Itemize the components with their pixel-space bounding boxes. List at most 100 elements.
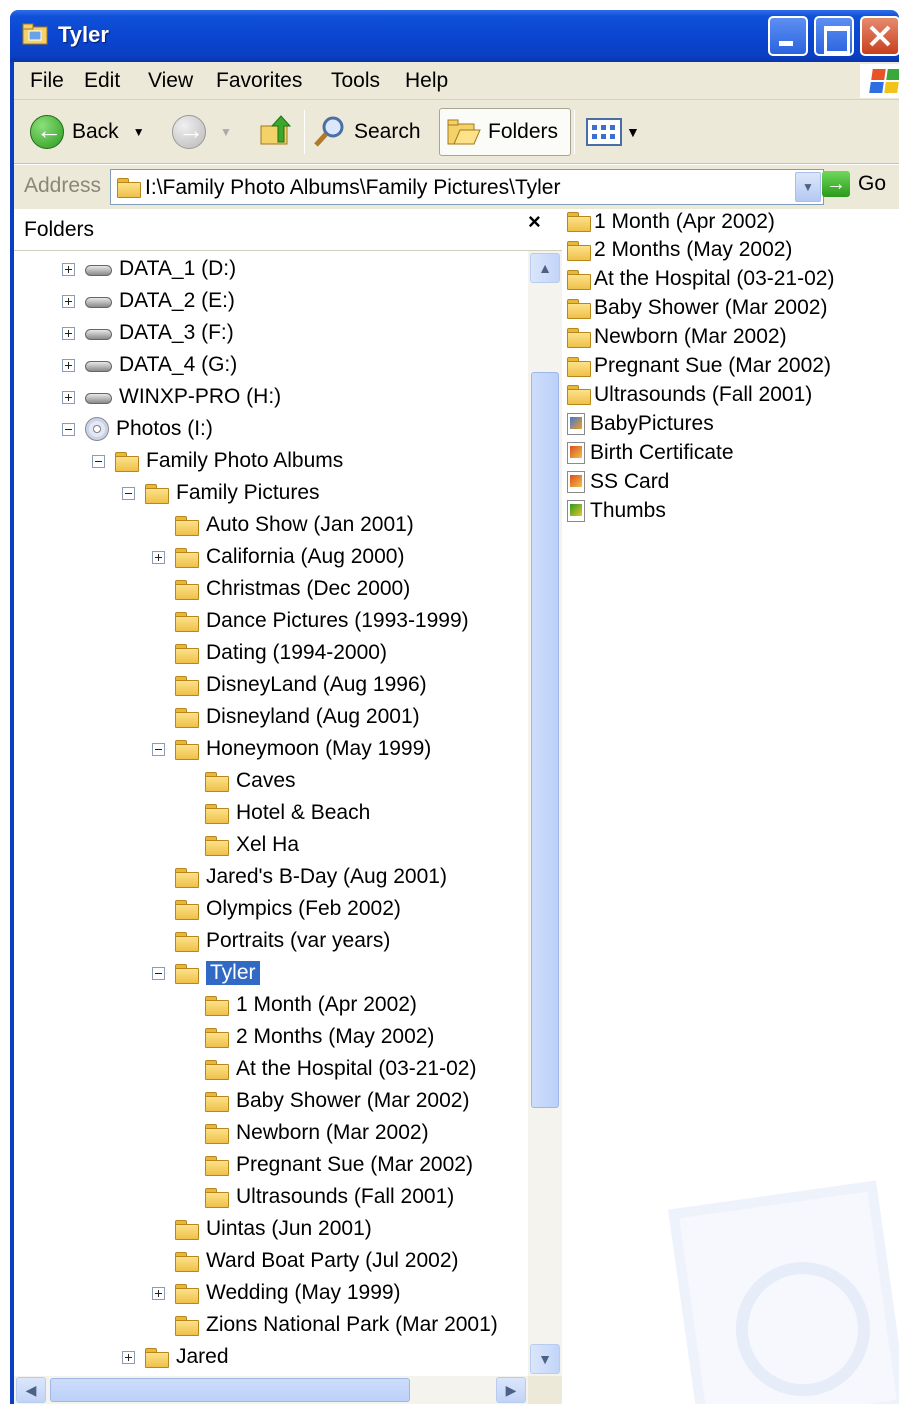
- tree-item[interactable]: Portraits (var years): [152, 925, 390, 957]
- tree-item-label: Jared: [176, 1345, 229, 1368]
- minimize-button[interactable]: [768, 16, 808, 56]
- go-button[interactable]: → Go: [822, 171, 886, 197]
- collapse-icon[interactable]: [122, 486, 135, 500]
- collapse-icon[interactable]: [62, 422, 75, 436]
- tree-item[interactable]: Family Photo Albums: [92, 445, 343, 477]
- list-item[interactable]: 2 Months (May 2002): [567, 236, 792, 265]
- tree-item[interactable]: Hotel & Beach: [182, 797, 370, 829]
- list-item[interactable]: BabyPictures: [567, 409, 714, 438]
- tree-item[interactable]: Ward Boat Party (Jul 2002): [152, 1245, 459, 1277]
- forward-button[interactable]: ▼: [172, 108, 232, 156]
- list-item[interactable]: Birth Certificate: [567, 438, 734, 467]
- tree-item[interactable]: Dating (1994-2000): [152, 637, 387, 669]
- tree-item[interactable]: WINXP-PRO (H:): [62, 381, 281, 413]
- close-pane-icon[interactable]: ×: [528, 209, 541, 235]
- scroll-left-button[interactable]: ◀: [16, 1377, 46, 1403]
- document-file-icon: [567, 470, 585, 493]
- menu-view[interactable]: View: [148, 69, 193, 93]
- tree-item-label: Zions National Park (Mar 2001): [206, 1313, 498, 1336]
- address-dropdown-button[interactable]: ▼: [795, 172, 821, 202]
- vertical-scrollbar[interactable]: ▲ ▼: [528, 251, 562, 1376]
- tree-item[interactable]: 1 Month (Apr 2002): [182, 989, 417, 1021]
- tree-item[interactable]: Disneyland (Aug 2001): [152, 701, 420, 733]
- expand-icon[interactable]: [62, 390, 75, 404]
- list-item[interactable]: Pregnant Sue (Mar 2002): [567, 352, 831, 381]
- title-bar[interactable]: Tyler: [10, 10, 899, 62]
- expand-icon[interactable]: [122, 1350, 135, 1364]
- tree-item[interactable]: Xel Ha: [182, 829, 299, 861]
- folder-icon: [175, 931, 199, 952]
- list-item[interactable]: At the Hospital (03-21-02): [567, 265, 834, 294]
- scroll-thumb[interactable]: [531, 372, 559, 1108]
- views-button[interactable]: ▼: [586, 108, 640, 156]
- tree-item[interactable]: Photos (I:): [62, 413, 213, 445]
- tree-item-label: California (Aug 2000): [206, 545, 405, 568]
- tree-item[interactable]: Zions National Park (Mar 2001): [152, 1309, 498, 1341]
- expand-icon[interactable]: [152, 1286, 165, 1300]
- list-item[interactable]: Newborn (Mar 2002): [567, 323, 787, 352]
- tree-item[interactable]: Pregnant Sue (Mar 2002): [182, 1149, 473, 1181]
- tree-item[interactable]: Newborn (Mar 2002): [182, 1117, 429, 1149]
- tree-item[interactable]: Baby Shower (Mar 2002): [182, 1085, 469, 1117]
- close-window-button[interactable]: [860, 16, 899, 56]
- menu-edit[interactable]: Edit: [84, 69, 120, 93]
- tree-item[interactable]: Family Pictures: [122, 477, 320, 509]
- expand-icon[interactable]: [62, 326, 75, 340]
- scroll-up-button[interactable]: ▲: [530, 253, 560, 283]
- list-item[interactable]: Thumbs: [567, 496, 666, 525]
- address-field[interactable]: I:\Family Photo Albums\Family Pictures\T…: [110, 169, 824, 205]
- search-button[interactable]: Search: [312, 108, 421, 156]
- back-dropdown-icon[interactable]: ▼: [133, 125, 145, 139]
- forward-dropdown-icon[interactable]: ▼: [220, 125, 232, 139]
- tree-item[interactable]: DATA_2 (E:): [62, 285, 235, 317]
- tree-item[interactable]: Jared: [122, 1341, 229, 1373]
- tree-item[interactable]: DisneyLand (Aug 1996): [152, 669, 427, 701]
- list-item[interactable]: Ultrasounds (Fall 2001): [567, 380, 812, 409]
- tree-item[interactable]: 2 Months (May 2002): [182, 1021, 434, 1053]
- tree-item[interactable]: Olympics (Feb 2002): [152, 893, 401, 925]
- scroll-down-button[interactable]: ▼: [530, 1344, 560, 1374]
- tree-item[interactable]: Tyler: [152, 957, 260, 989]
- tree-item[interactable]: Ultrasounds (Fall 2001): [182, 1181, 454, 1213]
- tree-item[interactable]: Uintas (Jun 2001): [152, 1213, 372, 1245]
- scroll-right-button[interactable]: ▶: [496, 1377, 526, 1403]
- tree-item[interactable]: Jared's B-Day (Aug 2001): [152, 861, 447, 893]
- folder-icon: [567, 269, 591, 290]
- up-folder-button[interactable]: [258, 108, 294, 156]
- tree-item[interactable]: Christmas (Dec 2000): [152, 573, 410, 605]
- menu-help[interactable]: Help: [405, 69, 448, 93]
- tree-item[interactable]: DATA_1 (D:): [62, 253, 236, 285]
- list-item-label: Birth Certificate: [590, 440, 734, 464]
- collapse-icon[interactable]: [152, 742, 165, 756]
- folders-button[interactable]: Folders: [439, 108, 572, 156]
- tree-item[interactable]: Wedding (May 1999): [152, 1277, 401, 1309]
- views-dropdown-icon[interactable]: ▼: [626, 124, 640, 140]
- tree-item[interactable]: Caves: [182, 765, 296, 797]
- horizontal-scroll-thumb[interactable]: [50, 1378, 410, 1402]
- collapse-icon[interactable]: [92, 454, 105, 468]
- tree-item[interactable]: At the Hospital (03-21-02): [182, 1053, 476, 1085]
- list-item[interactable]: 1 Month (Apr 2002): [567, 209, 775, 236]
- tree-item[interactable]: Dance Pictures (1993-1999): [152, 605, 469, 637]
- tree-item-label: Baby Shower (Mar 2002): [236, 1089, 470, 1112]
- tree-item[interactable]: Auto Show (Jan 2001): [152, 509, 414, 541]
- back-button[interactable]: Back ▼: [30, 108, 145, 156]
- collapse-icon[interactable]: [152, 966, 165, 980]
- menu-tools[interactable]: Tools: [331, 69, 380, 93]
- expand-icon[interactable]: [62, 262, 75, 276]
- tree-item[interactable]: DATA_3 (F:): [62, 317, 234, 349]
- expand-icon[interactable]: [62, 294, 75, 308]
- expand-icon[interactable]: [152, 550, 165, 564]
- tree-item[interactable]: DATA_4 (G:): [62, 349, 237, 381]
- horizontal-scrollbar[interactable]: ◀ ▶: [14, 1376, 562, 1404]
- list-item[interactable]: SS Card: [567, 467, 669, 496]
- menu-favorites[interactable]: Favorites: [216, 69, 302, 93]
- maximize-button[interactable]: [814, 16, 854, 56]
- tree-item[interactable]: Honeymoon (May 1999): [152, 733, 431, 765]
- tree-item-label: Newborn (Mar 2002): [236, 1121, 429, 1144]
- menu-file[interactable]: File: [30, 69, 64, 93]
- list-item[interactable]: Baby Shower (Mar 2002): [567, 294, 827, 323]
- folders-pane-title: Folders: [24, 218, 95, 241]
- tree-item[interactable]: California (Aug 2000): [152, 541, 404, 573]
- expand-icon[interactable]: [62, 358, 75, 372]
